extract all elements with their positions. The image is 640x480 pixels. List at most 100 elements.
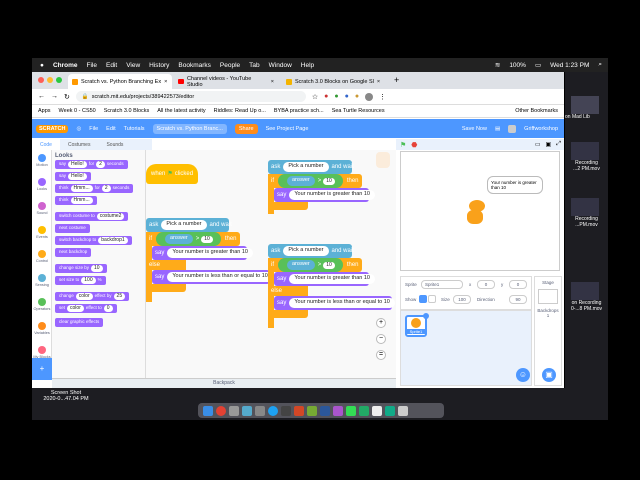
palette-block[interactable]: switch backdrop to backdrop1 xyxy=(55,236,132,245)
choose-backdrop-button[interactable]: ▣ xyxy=(542,368,556,382)
see-project-page-button[interactable]: See Project Page xyxy=(266,126,309,132)
stage-thumbnail[interactable] xyxy=(538,289,558,304)
palette-block[interactable]: clear graphic effects xyxy=(55,318,104,327)
category-events[interactable]: Events xyxy=(32,226,52,239)
maximize-window-button[interactable] xyxy=(56,77,62,83)
palette-block[interactable]: set size to 100% xyxy=(55,276,106,285)
extension-icon[interactable]: ● xyxy=(334,93,338,100)
wifi-icon[interactable]: ≋ xyxy=(495,61,500,69)
palette-block[interactable]: think Hmm... xyxy=(55,196,97,205)
small-stage-button[interactable]: ▭ xyxy=(535,141,541,148)
menubar-item[interactable]: View xyxy=(126,62,140,69)
bookmark[interactable]: Scratch 3.0 Blocks xyxy=(104,108,150,114)
menubar-item[interactable]: Help xyxy=(301,62,314,69)
skype-icon[interactable] xyxy=(268,405,278,416)
backpack[interactable]: Backpack xyxy=(52,378,396,388)
menubar-item[interactable]: People xyxy=(220,62,240,69)
menubar-app[interactable]: Chrome xyxy=(53,62,78,69)
powerpoint-icon[interactable] xyxy=(294,405,304,416)
close-tab-icon[interactable]: × xyxy=(377,79,380,85)
menubar-item[interactable]: Tab xyxy=(249,62,259,69)
x-input[interactable]: 0 xyxy=(477,280,495,289)
stop-icon[interactable]: ⬣ xyxy=(411,141,417,149)
green-flag-icon[interactable]: ⚑ xyxy=(400,141,406,149)
profile-avatar[interactable] xyxy=(365,92,374,101)
direction-input[interactable]: 90 xyxy=(509,295,527,304)
greater-than-operator[interactable]: answer >10 xyxy=(278,258,343,272)
palette-block[interactable]: change color effect by 25 xyxy=(55,292,130,301)
app-icon[interactable] xyxy=(229,405,239,416)
app-icon[interactable] xyxy=(281,405,291,416)
greater-than-operator[interactable]: answer >10 xyxy=(156,232,221,246)
extension-icon[interactable]: ● xyxy=(324,93,328,100)
choose-sprite-button[interactable]: ☺ xyxy=(516,368,530,382)
app-icon[interactable] xyxy=(307,405,317,416)
app-icon[interactable] xyxy=(385,405,395,416)
app-icon[interactable] xyxy=(346,405,356,416)
user-avatar[interactable] xyxy=(508,124,517,133)
close-tab-icon[interactable]: × xyxy=(271,79,274,85)
other-bookmarks[interactable]: Other Bookmarks xyxy=(515,108,558,114)
if-else-block[interactable]: if answer >10 then say Your number is grea… xyxy=(146,232,286,302)
scratch-logo[interactable]: SCRATCH xyxy=(36,124,69,133)
close-window-button[interactable] xyxy=(38,77,44,83)
chrome-icon[interactable] xyxy=(216,405,226,416)
tab-costumes[interactable]: Costumes xyxy=(60,139,99,150)
category-control[interactable]: Control xyxy=(32,250,52,263)
fullscreen-button[interactable]: ⤢ xyxy=(556,141,561,148)
ask-block[interactable]: ask Pick a number and wait xyxy=(268,244,354,258)
app-icon[interactable] xyxy=(333,405,343,416)
user-menu[interactable]: Griffworkshop xyxy=(524,126,558,132)
palette-block[interactable]: think Hmm... for 2 seconds xyxy=(55,184,134,193)
save-now-button[interactable]: Save Now xyxy=(462,126,487,132)
say-block[interactable]: say Your number is less than or equal to … xyxy=(274,296,395,310)
desktop-file[interactable]: Recording ...PM.mov xyxy=(565,198,608,228)
category-sound[interactable]: Sound xyxy=(32,202,52,215)
menu-edit[interactable]: Edit xyxy=(106,126,115,132)
bookmark-star-icon[interactable]: ☆ xyxy=(312,93,318,101)
app-icon[interactable] xyxy=(242,405,252,416)
search-icon[interactable]: ⌕ xyxy=(598,61,602,69)
say-block[interactable]: say Your number is greater than 10 xyxy=(152,246,253,260)
sprite-name-input[interactable]: Sprite1 xyxy=(421,280,463,289)
category-looks[interactable]: Looks xyxy=(32,178,52,191)
say-block[interactable]: say Your number is less than or equal to … xyxy=(152,270,273,284)
apple-icon[interactable]: ● xyxy=(40,62,44,69)
menubar-item[interactable]: File xyxy=(87,62,97,69)
address-bar[interactable]: 🔒 scratch.mit.edu/projects/389422573/edit… xyxy=(75,91,306,102)
folder-icon[interactable]: ▤ xyxy=(495,126,500,132)
palette-block[interactable]: switch costume to costume2 xyxy=(55,212,129,221)
bookmark[interactable]: Sea Turtle Resources xyxy=(332,108,385,114)
forward-icon[interactable]: → xyxy=(51,93,58,100)
menubar-item[interactable]: Edit xyxy=(106,62,117,69)
palette-block[interactable]: say Hello! xyxy=(55,172,91,181)
minimize-window-button[interactable] xyxy=(47,77,53,83)
menubar-item[interactable]: History xyxy=(149,62,169,69)
say-block[interactable]: say Your number is greater than 10 xyxy=(274,272,375,286)
app-icon[interactable] xyxy=(359,405,369,416)
desktop-file[interactable]: Screen Shot 2020-0...47.04 PM xyxy=(36,390,96,402)
hide-button[interactable] xyxy=(428,295,436,303)
new-tab-button[interactable]: + xyxy=(394,75,399,85)
size-input[interactable]: 100 xyxy=(453,295,471,304)
extension-icon[interactable]: ● xyxy=(355,93,359,100)
bookmark[interactable]: Apps xyxy=(38,108,51,114)
finder-icon[interactable] xyxy=(203,405,213,416)
menubar-item[interactable]: Bookmarks xyxy=(178,62,211,69)
menubar-item[interactable]: Window xyxy=(269,62,292,69)
battery-icon[interactable]: ▭ xyxy=(535,61,541,69)
bookmark[interactable]: BYBA practice sch... xyxy=(274,108,324,114)
desktop-file[interactable]: Recording ...2 PM.mov xyxy=(565,142,608,172)
zoom-in-button[interactable]: + xyxy=(376,318,386,328)
category-sensing[interactable]: Sensing xyxy=(32,274,52,287)
category-operators[interactable]: Operators xyxy=(32,298,52,311)
browser-tab[interactable]: Channel videos - YouTube Studio × xyxy=(174,74,278,89)
menu-file[interactable]: File xyxy=(89,126,98,132)
browser-tab[interactable]: Scratch 3.0 Blocks on Google Sl × xyxy=(282,74,386,89)
palette-block[interactable]: next costume xyxy=(55,224,90,233)
tab-code[interactable]: Code xyxy=(32,139,60,150)
reload-icon[interactable]: ↻ xyxy=(64,93,70,101)
palette-block[interactable]: change size by 10 xyxy=(55,264,107,273)
globe-icon[interactable]: ◎ xyxy=(76,126,81,132)
palette-block[interactable]: say Hello! for 2 seconds xyxy=(55,160,128,169)
